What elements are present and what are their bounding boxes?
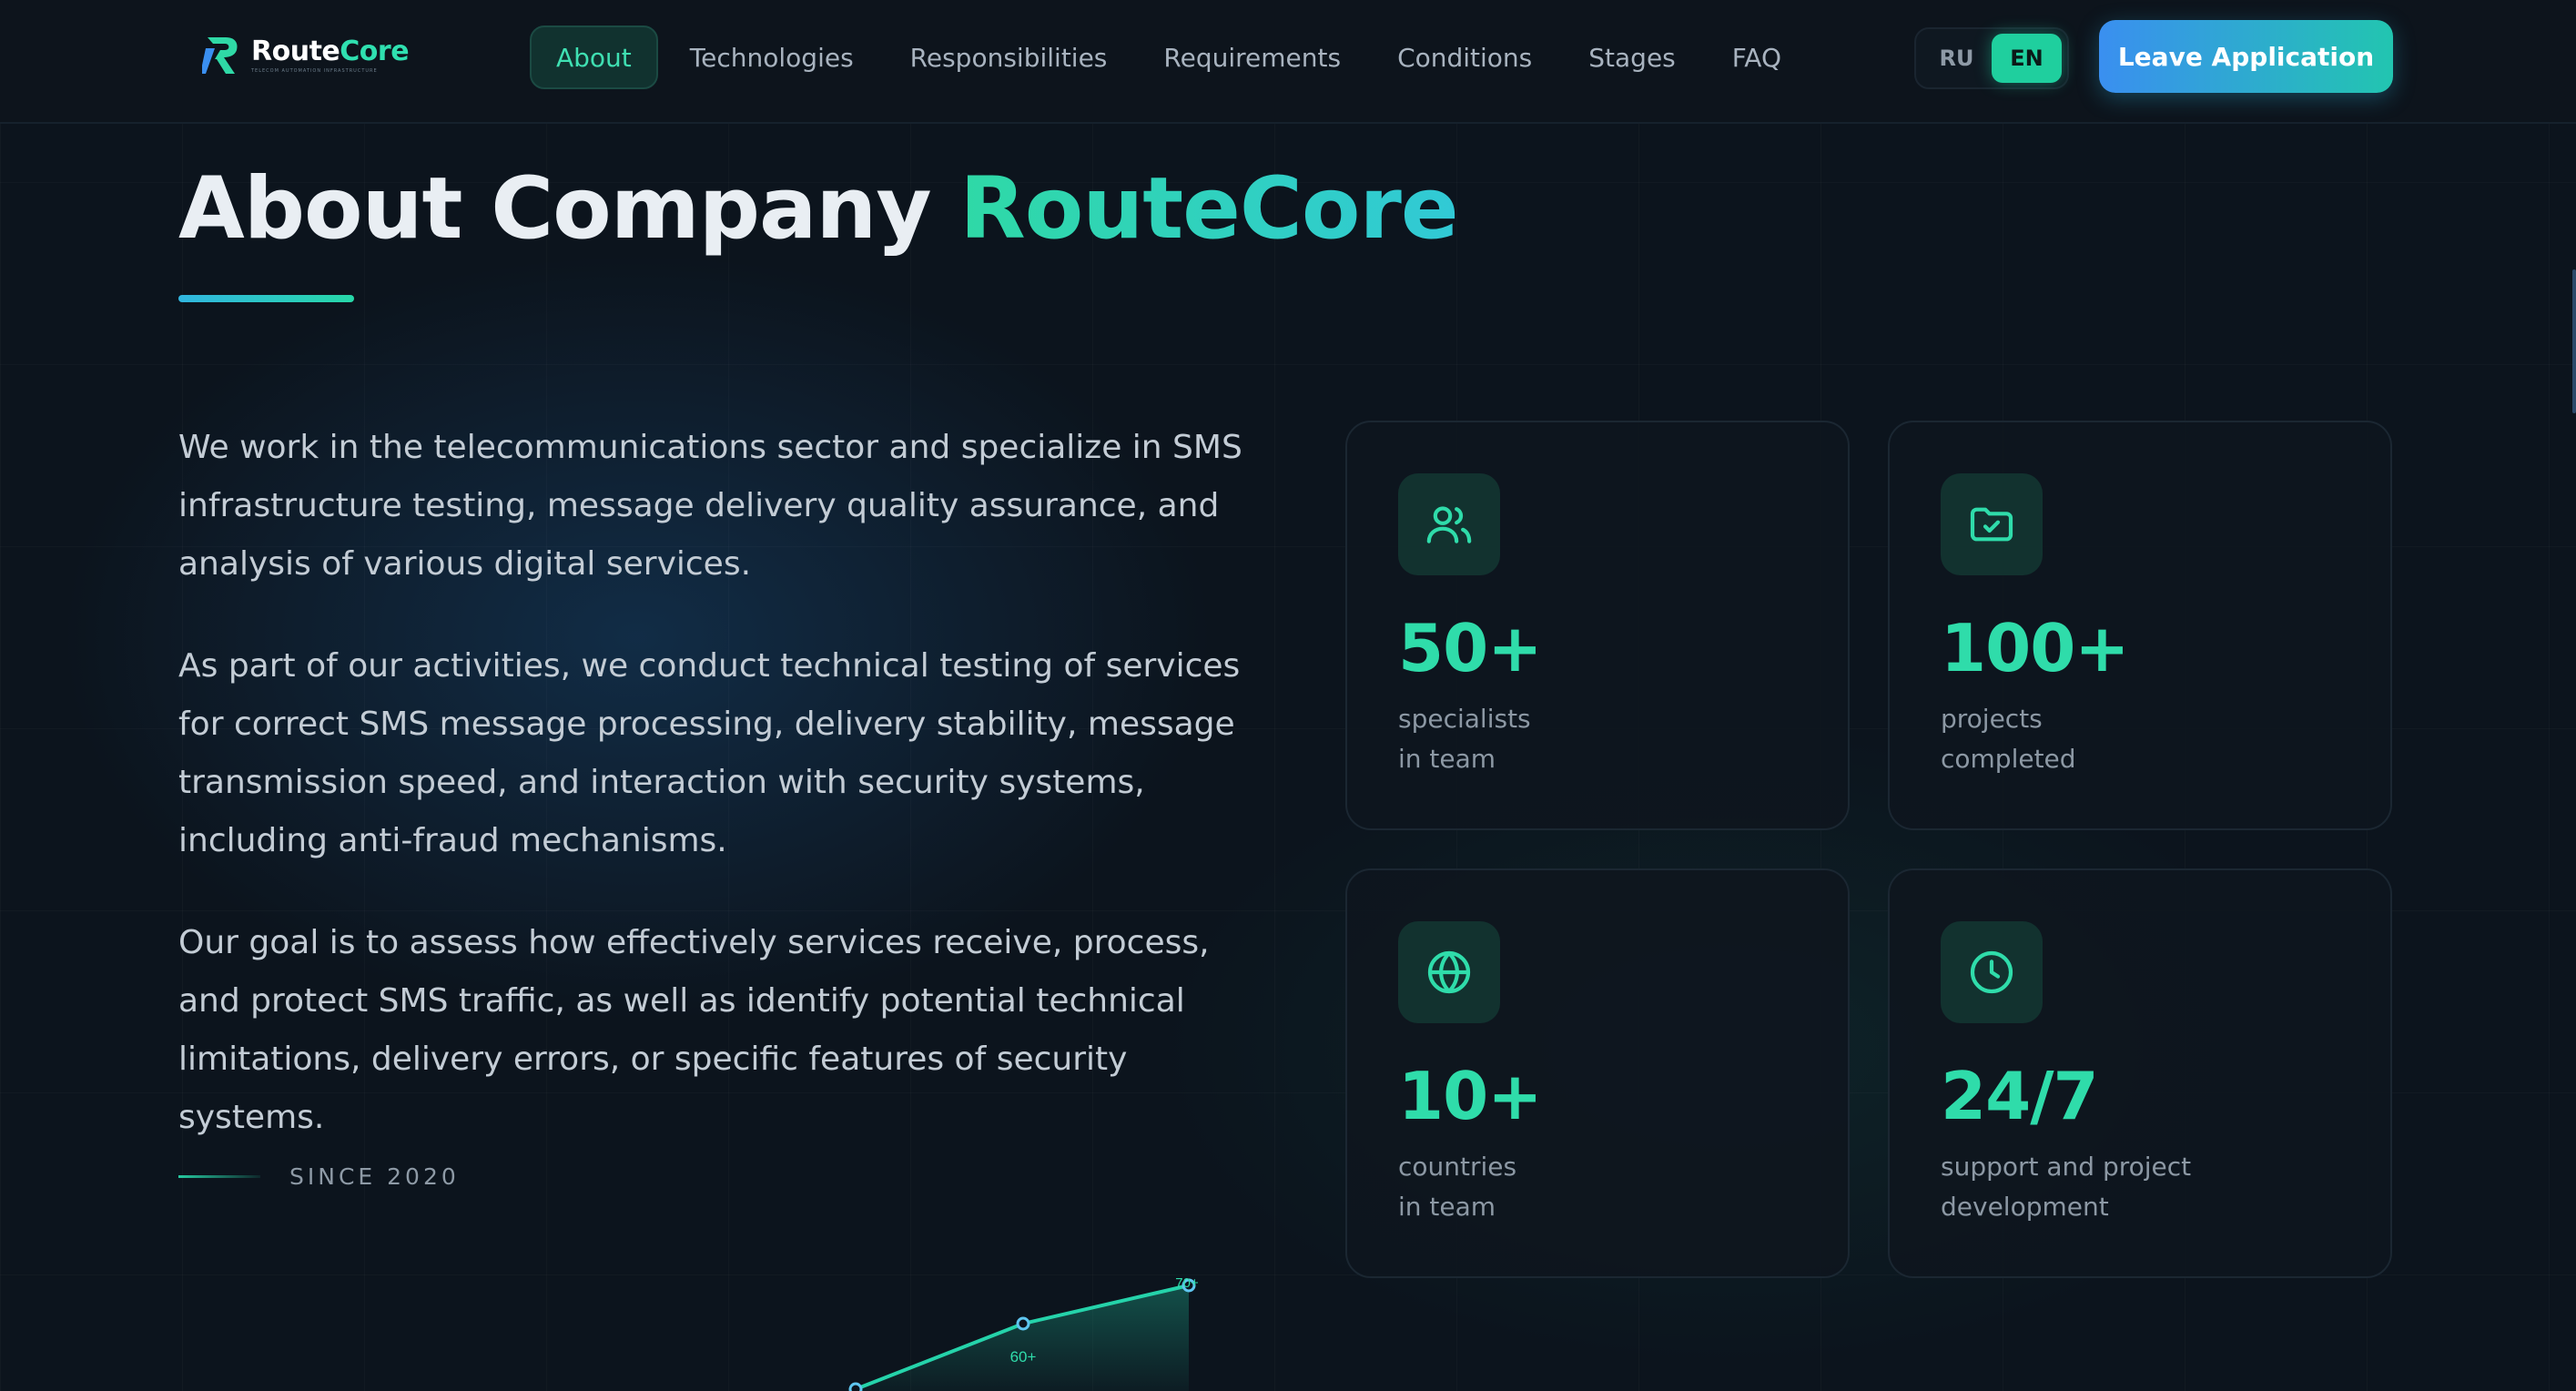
stat-card-projects: 100+ projects completed — [1888, 421, 2392, 830]
stat-value: 100+ — [1941, 610, 2130, 686]
stat-label: support and project development — [1941, 1152, 2192, 1222]
stat-card-support: 24/7 support and project development — [1888, 868, 2392, 1278]
chart-label-70: 70+ — [1175, 1275, 1199, 1291]
stat-label: specialists in team — [1398, 704, 1531, 774]
logo-wordmark: RouteCore — [251, 35, 410, 67]
leave-application-button[interactable]: Leave Application — [2099, 20, 2393, 93]
about-text: We work in the telecommunications sector… — [178, 419, 1253, 1191]
nav-item-faq[interactable]: FAQ — [1708, 25, 1806, 89]
lang-ru-button[interactable]: RU — [1922, 34, 1992, 83]
nav-item-about[interactable]: About — [530, 25, 658, 89]
stat-card-countries: 10+ countries in team — [1345, 868, 1850, 1278]
logo[interactable]: RouteCore TELECOM AUTOMATION INFRASTRUCT… — [202, 31, 410, 80]
nav-item-stages[interactable]: Stages — [1564, 25, 1700, 89]
chart-label-60: 60+ — [1010, 1348, 1037, 1366]
logo-tagline: TELECOM AUTOMATION INFRASTRUCTURE — [251, 67, 378, 74]
main-nav: About Technologies Responsibilities Requ… — [530, 25, 1806, 90]
since-badge: SINCE 2020 — [178, 1163, 460, 1190]
stat-value: 10+ — [1398, 1058, 1543, 1134]
about-paragraph-3: Our goal is to assess how effectively se… — [178, 924, 1210, 1136]
page-title: About Company RouteCore — [178, 159, 1459, 259]
stat-value: 24/7 — [1941, 1058, 2099, 1134]
logo-name-part1: Route — [251, 35, 340, 67]
since-divider — [178, 1175, 260, 1178]
stat-label: projects completed — [1941, 704, 2076, 774]
lang-en-button[interactable]: EN — [1992, 34, 2062, 83]
clock-icon — [1941, 921, 2043, 1023]
nav-item-technologies[interactable]: Technologies — [665, 25, 878, 89]
page: RouteCore TELECOM AUTOMATION INFRASTRUCT… — [0, 0, 2576, 1391]
nav-item-responsibilities[interactable]: Responsibilities — [886, 25, 1132, 89]
nav-item-requirements[interactable]: Requirements — [1139, 25, 1365, 89]
stat-value: 50+ — [1398, 610, 1543, 686]
team-icon — [1398, 473, 1500, 575]
chart-point — [1016, 1316, 1030, 1331]
site-header: RouteCore TELECOM AUTOMATION INFRASTRUCT… — [0, 0, 2576, 124]
chart-point — [848, 1382, 863, 1391]
nav-item-conditions[interactable]: Conditions — [1373, 25, 1557, 89]
title-accent: RouteCore — [959, 159, 1458, 259]
folder-check-icon — [1941, 473, 2043, 575]
about-paragraph-1: We work in the telecommunications sector… — [178, 429, 1242, 583]
title-main: About Company — [178, 159, 960, 259]
since-text: SINCE 2020 — [289, 1163, 460, 1190]
logo-name-part2: Core — [340, 35, 410, 67]
title-underline — [178, 295, 354, 302]
language-switcher: RU EN — [1914, 27, 2069, 89]
growth-mini-chart: 60+ 70+ — [848, 1275, 1199, 1391]
chart-area — [856, 1285, 1189, 1391]
scroll-indicator[interactable] — [2572, 269, 2576, 413]
stat-card-specialists: 50+ specialists in team — [1345, 421, 1850, 830]
stat-label: countries in team — [1398, 1152, 1517, 1222]
globe-icon — [1398, 921, 1500, 1023]
routecore-logo-icon — [202, 37, 238, 74]
about-paragraph-2: As part of our activities, we conduct te… — [178, 647, 1241, 859]
